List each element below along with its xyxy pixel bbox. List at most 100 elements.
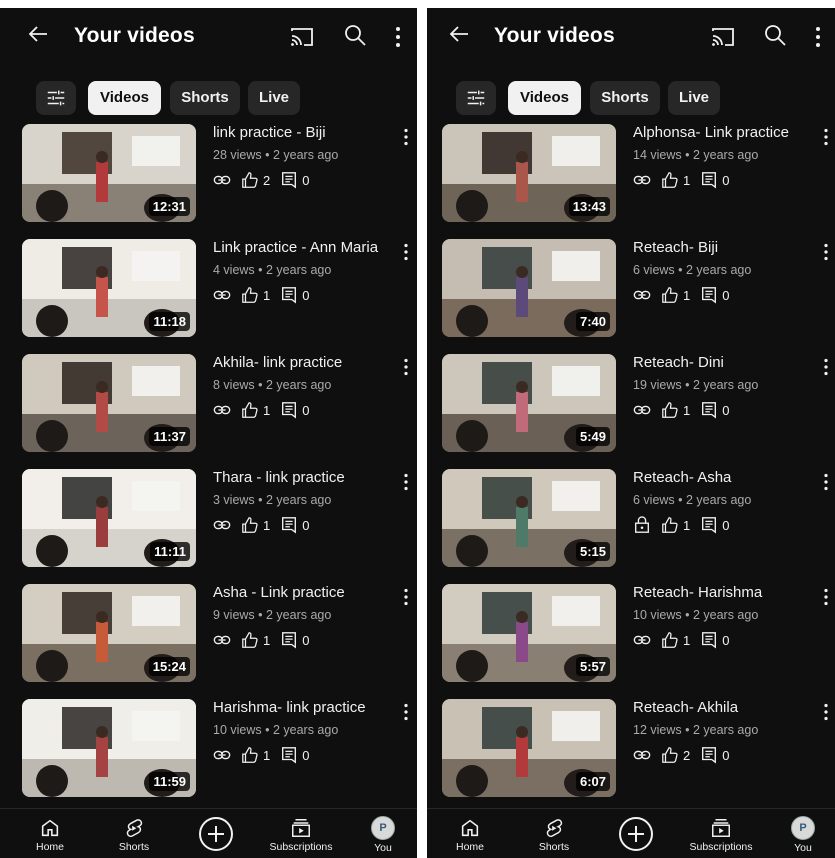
- video-row[interactable]: 5:15 Reteach- Asha 6 views • 2 years ago 1 0: [427, 469, 835, 581]
- row-more-icon[interactable]: [402, 473, 410, 491]
- video-row[interactable]: 6:07 Reteach- Akhila 12 views • 2 years ag…: [427, 699, 835, 811]
- video-title[interactable]: Asha - Link practice: [213, 584, 345, 601]
- video-thumbnail[interactable]: 11:37: [22, 354, 196, 452]
- nav-home[interactable]: Home: [442, 809, 498, 858]
- create-plus-icon: [624, 822, 648, 846]
- nav-you[interactable]: P You: [780, 809, 826, 858]
- video-title[interactable]: Reteach- Harishma: [633, 584, 762, 601]
- video-title[interactable]: Link practice - Ann Maria: [213, 239, 378, 256]
- row-more-icon[interactable]: [402, 128, 410, 146]
- video-row[interactable]: 12:31 link practice - Biji 28 views • 2 ye…: [0, 124, 417, 236]
- cast-icon[interactable]: [711, 26, 735, 48]
- create-button[interactable]: [619, 817, 653, 851]
- video-stats: 10: [633, 515, 739, 535]
- chip-shorts[interactable]: Shorts: [170, 81, 240, 115]
- back-arrow-icon[interactable]: [447, 22, 471, 46]
- row-more-icon[interactable]: [822, 703, 830, 721]
- back-arrow-icon[interactable]: [26, 22, 50, 46]
- chip-live[interactable]: Live: [668, 81, 720, 115]
- nav-you-label: You: [794, 842, 812, 854]
- like-count: 1: [263, 747, 271, 763]
- comment-count: 0: [302, 402, 310, 418]
- link-icon: [633, 746, 651, 764]
- video-row[interactable]: 7:40 Reteach- Biji 6 views • 2 years ago 1 0: [427, 239, 835, 351]
- nav-subscriptions[interactable]: Subscriptions: [258, 809, 344, 858]
- video-row[interactable]: 11:18 Link practice - Ann Maria 4 views • …: [0, 239, 417, 351]
- video-row[interactable]: 11:11 Thara - link practice 3 views • 2 ye…: [0, 469, 417, 581]
- more-vert-icon[interactable]: [394, 26, 402, 48]
- row-more-icon[interactable]: [822, 358, 830, 376]
- like-count: 1: [263, 402, 271, 418]
- comment-count: 0: [722, 517, 730, 533]
- row-more-icon[interactable]: [822, 243, 830, 261]
- video-thumbnail[interactable]: 11:59: [22, 699, 196, 797]
- thumb-up-icon: [661, 286, 679, 304]
- link-icon: [213, 171, 231, 189]
- row-more-icon[interactable]: [402, 358, 410, 376]
- row-more-icon[interactable]: [822, 588, 830, 606]
- more-vert-icon[interactable]: [814, 26, 822, 48]
- comment-count: 0: [722, 172, 730, 188]
- nav-shorts[interactable]: Shorts: [106, 809, 162, 858]
- video-title[interactable]: Thara - link practice: [213, 469, 345, 486]
- video-title[interactable]: Alphonsa- Link practice: [633, 124, 789, 141]
- nav-subscriptions[interactable]: Subscriptions: [678, 809, 764, 858]
- video-thumbnail[interactable]: 13:43: [442, 124, 616, 222]
- nav-home[interactable]: Home: [22, 809, 78, 858]
- video-title[interactable]: Harishma- link practice: [213, 699, 366, 716]
- video-title[interactable]: Akhila- link practice: [213, 354, 342, 371]
- video-thumbnail[interactable]: 6:07: [442, 699, 616, 797]
- nav-shorts-label: Shorts: [538, 841, 570, 853]
- nav-home-label: Home: [35, 841, 64, 853]
- video-thumbnail[interactable]: 15:24: [22, 584, 196, 682]
- nav-shorts[interactable]: Shorts: [526, 809, 582, 858]
- video-thumbnail[interactable]: 7:40: [442, 239, 616, 337]
- row-more-icon[interactable]: [402, 703, 410, 721]
- video-row[interactable]: 11:59 Harishma- link practice 10 views • 2…: [0, 699, 417, 811]
- chip-videos[interactable]: Videos: [508, 81, 581, 115]
- nav-you-label: You: [374, 842, 392, 854]
- chip-shorts[interactable]: Shorts: [590, 81, 660, 115]
- search-icon[interactable]: [763, 23, 787, 47]
- video-thumbnail[interactable]: 11:18: [22, 239, 196, 337]
- video-meta: 6 views • 2 years ago: [633, 493, 752, 507]
- search-icon[interactable]: [343, 23, 367, 47]
- duration-badge: 11:11: [150, 542, 190, 561]
- video-row[interactable]: 5:49 Reteach- Dini 19 views • 2 years ago 1…: [427, 354, 835, 466]
- nav-you[interactable]: P You: [360, 809, 406, 858]
- row-more-icon[interactable]: [822, 473, 830, 491]
- filter-chip[interactable]: [456, 81, 496, 115]
- video-thumbnail[interactable]: 11:11: [22, 469, 196, 567]
- link-icon: [213, 516, 231, 534]
- create-button[interactable]: [199, 817, 233, 851]
- duration-badge: 13:43: [568, 197, 610, 216]
- chip-videos[interactable]: Videos: [88, 81, 161, 115]
- video-title[interactable]: Reteach- Asha: [633, 469, 731, 486]
- video-thumbnail[interactable]: 5:15: [442, 469, 616, 567]
- video-title[interactable]: Reteach- Dini: [633, 354, 724, 371]
- like-count: 1: [683, 172, 691, 188]
- video-row[interactable]: 11:37 Akhila- link practice 8 views • 2 ye…: [0, 354, 417, 466]
- cast-icon[interactable]: [290, 26, 314, 48]
- video-title[interactable]: link practice - Biji: [213, 124, 326, 141]
- link-icon: [633, 401, 651, 419]
- row-more-icon[interactable]: [402, 243, 410, 261]
- like-count: 1: [683, 402, 691, 418]
- filter-chip[interactable]: [36, 81, 76, 115]
- video-thumbnail[interactable]: 12:31: [22, 124, 196, 222]
- video-thumbnail[interactable]: 5:57: [442, 584, 616, 682]
- row-more-icon[interactable]: [402, 588, 410, 606]
- thumb-up-icon: [241, 401, 259, 419]
- comment-icon: [280, 401, 298, 419]
- row-more-icon[interactable]: [822, 128, 830, 146]
- avatar: P: [791, 816, 815, 840]
- video-title[interactable]: Reteach- Biji: [633, 239, 718, 256]
- video-title[interactable]: Reteach- Akhila: [633, 699, 738, 716]
- video-row[interactable]: 15:24 Asha - Link practice 9 views • 2 yea…: [0, 584, 417, 696]
- video-thumbnail[interactable]: 5:49: [442, 354, 616, 452]
- comment-count: 0: [302, 632, 310, 648]
- chip-live[interactable]: Live: [248, 81, 300, 115]
- video-row[interactable]: 13:43 Alphonsa- Link practice 14 views • 2…: [427, 124, 835, 236]
- video-meta: 12 views • 2 years ago: [633, 723, 759, 737]
- video-row[interactable]: 5:57 Reteach- Harishma 10 views • 2 years …: [427, 584, 835, 696]
